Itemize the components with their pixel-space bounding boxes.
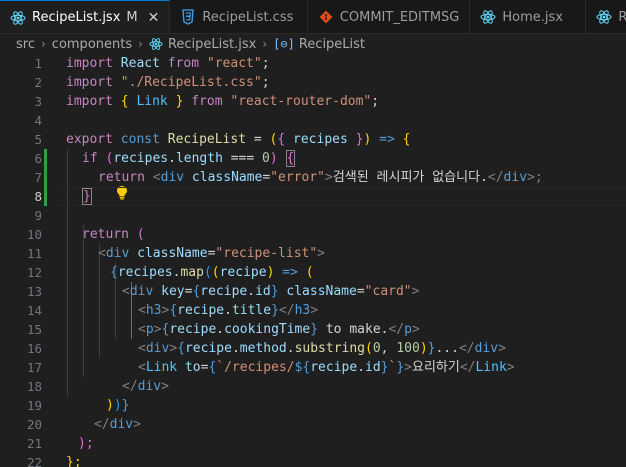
code-line[interactable]: 4 — [0, 111, 626, 130]
editor-tab-bar: RecipeList.jsx M ✕ RecipeList.css COMMIT… — [0, 0, 626, 34]
code-text: } — [82, 188, 92, 205]
react-icon — [596, 9, 612, 25]
tab-label: RecipeList.css — [202, 9, 294, 25]
line-number: 12 — [26, 265, 42, 280]
modified-indicator: M — [126, 10, 138, 25]
close-icon[interactable]: ✕ — [148, 10, 160, 26]
code-line[interactable]: 13 <div key={recipe.id} className="card"… — [0, 282, 626, 301]
line-number: 3 — [34, 94, 42, 109]
line-number: 16 — [26, 341, 42, 356]
code-text: {recipes.map((recipe) => ( — [110, 265, 314, 280]
symbol-variable-icon: [⊖] — [273, 37, 295, 51]
code-text: if (recipes.length === 0) { — [82, 150, 296, 167]
line-number: 7 — [34, 170, 42, 185]
code-line[interactable]: 17 <Link to={`/recipes/${recipe.id}`}>요리… — [0, 358, 626, 377]
code-line[interactable]: 19 ))} — [0, 396, 626, 415]
code-line[interactable]: 7 return <div className="error">검색된 레시피가… — [0, 168, 626, 200]
code-line[interactable]: 10 return ( — [0, 225, 626, 244]
code-line[interactable]: 18 </div> — [0, 377, 626, 396]
line-number: 1 — [34, 56, 42, 71]
tab-label: Home.jsx — [502, 9, 563, 25]
breadcrumb-src[interactable]: src — [16, 37, 35, 52]
code-text: return ( — [82, 227, 145, 242]
tab-recipelist-jsx[interactable]: RecipeList.jsx M ✕ — [0, 0, 171, 33]
code-text: return <div className="error">검색된 레시피가 없… — [98, 170, 543, 185]
line-number: 17 — [26, 360, 42, 375]
code-line[interactable]: 16 <div>{recipe.method.substring(0, 100)… — [0, 339, 626, 358]
line-number: 22 — [26, 455, 42, 467]
chevron-right-icon: › — [262, 37, 268, 51]
tab-partial[interactable]: Re — [586, 0, 626, 33]
chevron-right-icon: › — [40, 37, 46, 51]
code-text: </div> — [94, 417, 141, 432]
current-line-highlight — [58, 187, 626, 206]
react-icon — [149, 37, 163, 51]
tab-label: RecipeList.jsx — [32, 10, 121, 25]
code-text: ))} — [106, 398, 130, 413]
line-number: 13 — [26, 284, 42, 299]
code-text: <h3>{recipe.title}</h3> — [138, 303, 319, 318]
code-text: import React from "react"; — [66, 56, 270, 71]
breadcrumb-components[interactable]: components — [52, 37, 132, 52]
tab-label: Re — [618, 9, 626, 25]
code-text: export const RecipeList = ({ recipes }) … — [66, 132, 411, 147]
line-number: 4 — [34, 113, 42, 128]
breadcrumb: src › components › RecipeList.jsx › [⊖] … — [0, 34, 626, 54]
line-number: 8 — [34, 189, 42, 204]
code-editor[interactable]: 1 import React from "react"; 2 import ".… — [0, 54, 626, 467]
code-text: <p>{recipe.cookingTime} to make.</p> — [138, 322, 420, 337]
chevron-right-icon: › — [138, 37, 143, 51]
line-number: 15 — [26, 322, 42, 337]
code-text: </div> — [122, 379, 169, 394]
line-number: 10 — [26, 227, 42, 242]
code-text: <div className="recipe-list"> — [98, 246, 325, 261]
react-icon — [10, 10, 26, 26]
line-number: 2 — [34, 75, 42, 90]
code-text: ); — [78, 436, 94, 451]
line-number: 14 — [26, 303, 42, 318]
tab-label: COMMIT_EDITMSG — [339, 9, 460, 25]
line-number: 11 — [26, 246, 42, 261]
code-line[interactable]: 12 {recipes.map((recipe) => ( — [0, 263, 626, 282]
code-line[interactable]: 21 ); — [0, 434, 626, 453]
code-text: import "./RecipeList.css"; — [66, 75, 270, 90]
git-icon — [318, 9, 333, 25]
line-number: 19 — [26, 398, 42, 413]
code-line[interactable]: 1 import React from "react"; — [0, 54, 626, 73]
breadcrumb-file[interactable]: RecipeList.jsx — [168, 37, 256, 52]
code-text: }; — [66, 455, 82, 467]
code-text: <div key={recipe.id} className="card"> — [122, 284, 420, 299]
code-line[interactable]: 9 — [0, 206, 626, 225]
react-icon — [480, 9, 496, 25]
code-line[interactable]: 6 if (recipes.length === 0) { — [0, 149, 626, 168]
code-line[interactable]: 5 export const RecipeList = ({ recipes }… — [0, 130, 626, 149]
line-number: 20 — [26, 417, 42, 432]
code-text: import { Link } from "react-router-dom"; — [66, 94, 380, 109]
line-number: 21 — [26, 436, 42, 451]
code-line[interactable]: 15 <p>{recipe.cookingTime} to make.</p> — [0, 320, 626, 339]
code-line[interactable]: 2 import "./RecipeList.css"; — [0, 73, 626, 92]
code-line-current[interactable]: 8 } — [0, 187, 626, 206]
css-icon — [180, 9, 196, 25]
tab-recipelist-css[interactable]: RecipeList.css — [170, 0, 309, 33]
code-line[interactable]: 14 <h3>{recipe.title}</h3> — [0, 301, 626, 320]
code-text: <div>{recipe.method.substring(0, 100)}..… — [138, 341, 506, 356]
line-number: 9 — [34, 208, 42, 223]
line-number: 5 — [34, 132, 42, 147]
tab-commit-editmsg[interactable]: COMMIT_EDITMSG — [308, 0, 471, 33]
lightbulb-icon[interactable] — [68, 170, 127, 200]
code-line[interactable]: 20 </div> — [0, 415, 626, 434]
line-number: 18 — [26, 379, 42, 394]
code-text: <Link to={`/recipes/${recipe.id}`}>요리하기<… — [138, 360, 515, 375]
code-line[interactable]: 3 import { Link } from "react-router-dom… — [0, 92, 626, 111]
line-number: 6 — [34, 151, 42, 166]
code-line[interactable]: 11 <div className="recipe-list"> — [0, 244, 626, 263]
tab-home-jsx[interactable]: Home.jsx — [470, 0, 587, 33]
breadcrumb-symbol[interactable]: RecipeList — [299, 37, 365, 52]
code-line[interactable]: 22 }; — [0, 453, 626, 467]
